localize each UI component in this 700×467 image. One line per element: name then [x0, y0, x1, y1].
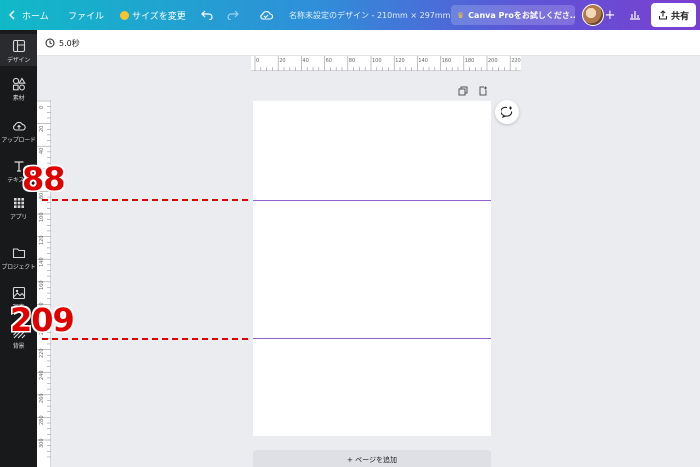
ruler-tick-label: 180: [464, 58, 475, 64]
ruler-tick-label: 140: [39, 257, 45, 268]
add-comment-button[interactable]: [495, 100, 519, 124]
crown-icon: [120, 10, 129, 20]
timer-value: 5.0秒: [59, 38, 80, 48]
image-icon: [12, 286, 25, 300]
ruler-tick-label: 220: [511, 58, 521, 64]
sidebar-item-label: プロジェクト: [1, 264, 36, 271]
page-actions: [458, 86, 488, 96]
ruler-tick-label: 100: [372, 58, 382, 64]
back-chevron-icon[interactable]: [6, 0, 16, 30]
avatar[interactable]: [582, 4, 604, 26]
design-page[interactable]: [253, 101, 491, 436]
ruler-tick-label: 120: [395, 58, 405, 64]
share-button[interactable]: 共有: [651, 3, 696, 27]
ruler-tick-label: 200: [488, 58, 498, 64]
pro-label: Canva Proをお試しくださ...: [468, 10, 575, 20]
cloud-saved-icon[interactable]: [258, 0, 274, 30]
ruler-tick-label: 140: [418, 58, 428, 64]
ruler-tick-label: 20: [39, 125, 45, 132]
ruler-tick-label: 120: [39, 235, 45, 245]
comment-add-icon: [501, 106, 513, 118]
undo-icon[interactable]: [200, 0, 214, 30]
ruler-tick-label: 0: [39, 105, 45, 109]
shapes-icon: [12, 77, 26, 91]
annotation-label-209: 209: [10, 301, 75, 339]
ruler-tick-label: 300: [39, 438, 45, 448]
ruler-horizontal-ticks: [254, 56, 517, 71]
redo-icon[interactable]: [226, 0, 240, 30]
page-toolbar: 5.0秒: [37, 30, 700, 56]
sidebar-item-label: 素材: [12, 95, 25, 102]
ruler-tick-label: 160: [441, 58, 452, 64]
sidebar-item-label: アプリ: [9, 214, 28, 221]
sidebar-item-uploads[interactable]: アップロード: [0, 119, 37, 144]
ruler-tick-label: 280: [39, 415, 45, 426]
sidebar-item-apps[interactable]: アプリ: [0, 196, 37, 221]
share-label: 共有: [670, 11, 689, 22]
cloud-upload-icon: [12, 121, 26, 131]
canva-editor: ホーム ファイル サイズを変更 名称未設定のデザイン - 210mm × 297…: [0, 0, 700, 467]
sidebar-item-label: 背景: [12, 343, 25, 350]
sidebar-item-elements[interactable]: 素材: [0, 77, 37, 102]
crown-icon: ♛: [457, 10, 465, 20]
canva-pro-trial-button[interactable]: ♛ Canva Proをお試しくださ...: [451, 5, 575, 25]
ruler-tick-label: 0: [256, 58, 260, 64]
ruler-tick-label: 260: [39, 393, 45, 403]
ruler-horizontal[interactable]: 0 20 40 60 80 100 120 140 160 180 200 220: [251, 56, 521, 71]
ruler-vertical[interactable]: 0 20 40 60 80 100 120 140 160 180 200 220 240 260 280 3…: [37, 100, 51, 467]
resize-label: サイズを変更: [132, 11, 186, 22]
ruler-guide-88[interactable]: [253, 200, 491, 201]
add-page-icon[interactable]: [478, 86, 488, 96]
ruler-tick-label: 40: [302, 58, 309, 64]
timing-button[interactable]: 5.0秒: [45, 30, 80, 56]
apps-grid-icon: [13, 198, 24, 208]
home-link[interactable]: ホーム: [22, 0, 49, 30]
ruler-tick-label: 100: [39, 212, 45, 222]
share-upload-icon: [658, 10, 668, 20]
annotation-dashed-line-88: [42, 199, 248, 201]
ruler-tick-label: 60: [325, 58, 332, 64]
ruler-tick-label: 40: [39, 147, 45, 155]
ruler-tick-label: 80: [348, 58, 356, 64]
insights-chart-icon[interactable]: [626, 0, 644, 30]
annotation-label-88: 88: [22, 160, 66, 198]
layout-icon: [12, 39, 25, 53]
sidebar-item-design[interactable]: デザイン: [0, 34, 37, 66]
sidebar-item-label: アップロード: [1, 137, 36, 144]
ruler-tick-label: 220: [39, 348, 45, 358]
top-toolbar: ホーム ファイル サイズを変更 名称未設定のデザイン - 210mm × 297…: [0, 0, 700, 30]
ruler-guide-209[interactable]: [253, 338, 491, 339]
add-page-button[interactable]: + ページを追加: [253, 450, 491, 467]
ruler-tick-label: 160: [39, 280, 45, 290]
ruler-tick-label: 240: [39, 370, 45, 381]
sidebar-item-projects[interactable]: プロジェクト: [0, 246, 37, 271]
ruler-tick-label: 20: [279, 58, 286, 64]
sidebar-item-label: デザイン: [7, 57, 30, 64]
file-menu[interactable]: ファイル: [68, 0, 104, 30]
document-title[interactable]: 名称未設定のデザイン - 210mm × 297mm: [289, 0, 450, 30]
add-collaborator-plus-icon[interactable]: +: [604, 0, 616, 30]
folder-icon: [12, 248, 25, 259]
duplicate-page-icon[interactable]: [458, 86, 468, 96]
left-sidebar: デザイン 素材 アップロード テキスト アプリ プロジェクト 写真 背景: [0, 30, 37, 467]
resize-button[interactable]: サイズを変更: [120, 0, 186, 30]
clock-icon: [45, 38, 55, 48]
